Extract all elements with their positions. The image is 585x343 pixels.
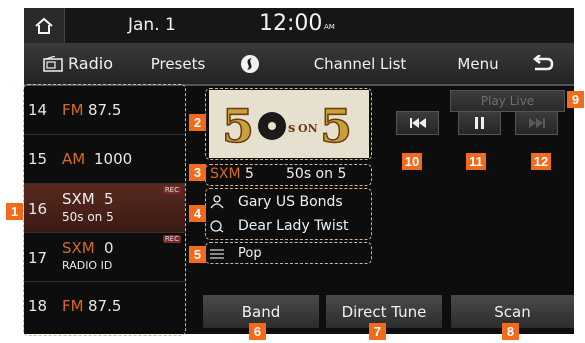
preset-number: 16 [28, 200, 48, 218]
skip-forward-icon [528, 118, 545, 128]
preset-row-15[interactable]: 15 AM 1000 [24, 135, 185, 184]
preset-frequency: 87.5 [88, 297, 122, 315]
svg-text:5: 5 [320, 99, 352, 153]
callout-5: 5 [189, 246, 206, 263]
preset-row-16[interactable]: 16 SXM 5 50s on 5 REC [24, 184, 185, 233]
title-line: Dear Lady Twist [210, 218, 349, 234]
preset-channel-name: RADIO ID [62, 259, 113, 272]
direct-tune-label: Direct Tune [341, 302, 427, 321]
preset-channel-name: 50s on 5 [62, 210, 114, 224]
play-live-label: Play Live [480, 94, 535, 108]
current-channel-name: 50s on 5 [286, 166, 347, 182]
presets-button[interactable]: Presets [132, 43, 226, 84]
radio-tab[interactable]: Radio [24, 43, 134, 84]
menu-button[interactable]: Menu [444, 43, 514, 84]
back-button[interactable] [512, 43, 574, 84]
preset-band: FM [62, 297, 84, 315]
callout-8: 8 [502, 323, 519, 340]
callout-7: 7 [369, 323, 386, 340]
radio-icon [43, 55, 63, 72]
preset-row-14[interactable]: 14 FM 87.5 [24, 86, 185, 135]
50s-on-5-logo: 5 s ON 5 [221, 98, 353, 154]
genre-name: Pop [238, 246, 262, 261]
preset-row-17[interactable]: 17 SXM 0 RADIO ID REC [24, 233, 185, 282]
siriusxm-button[interactable] [224, 43, 278, 84]
pause-button[interactable] [458, 111, 501, 135]
rec-badge: REC [162, 186, 181, 194]
artist-icon [210, 195, 224, 209]
presets-label: Presets [150, 54, 206, 73]
menu-label: Menu [457, 54, 499, 73]
artist-name: Gary US Bonds [238, 194, 343, 210]
radio-tab-label: Radio [68, 54, 113, 73]
channel-list-label: Channel List [313, 54, 407, 73]
current-channel-number: 5 [245, 166, 254, 182]
svg-text:5: 5 [222, 99, 254, 153]
preset-row-18[interactable]: 18 FM 87.5 [24, 282, 185, 330]
rec-badge: REC [162, 235, 181, 243]
home-button[interactable] [24, 8, 65, 43]
clock-ampm: AM [324, 23, 335, 31]
date-text: Jan. 1 [128, 15, 176, 35]
preset-number: 14 [28, 101, 48, 119]
preset-band: SXM [62, 239, 95, 257]
preset-band: SXM [62, 190, 95, 208]
preset-number: 18 [28, 297, 48, 315]
clock-time: 12:00 [259, 11, 323, 36]
callout-3: 3 [189, 164, 206, 181]
current-band: SXM [210, 166, 241, 182]
play-live-button[interactable]: Play Live [450, 90, 565, 112]
song-title-icon [210, 220, 224, 233]
home-icon [35, 17, 53, 34]
callout-1: 1 [6, 203, 23, 220]
callout-12: 12 [531, 153, 551, 170]
genre-line: Pop [210, 246, 262, 261]
preset-band: AM [62, 150, 86, 168]
preset-band: FM [62, 101, 84, 119]
skip-forward-button[interactable] [515, 111, 558, 135]
pause-icon [474, 117, 484, 129]
svg-text:s: s [288, 121, 295, 136]
callout-2: 2 [189, 114, 206, 131]
preset-frequency: 87.5 [88, 101, 122, 119]
nav-bar: Radio Presets Channel List Menu [24, 43, 574, 86]
channel-info: SXM 5 [210, 166, 254, 182]
artist-line: Gary US Bonds [210, 194, 343, 210]
preset-frequency: 0 [104, 239, 114, 257]
skip-back-button[interactable] [396, 111, 439, 135]
status-bar: Jan. 1 12:00 AM [24, 8, 574, 43]
preset-frequency: 1000 [94, 150, 133, 168]
radio-screen: Jan. 1 12:00 AM Radio Presets Channel Li… [24, 8, 574, 334]
preset-number: 17 [28, 249, 48, 267]
callout-6: 6 [249, 323, 266, 340]
genre-icon [210, 248, 224, 259]
song-title: Dear Lady Twist [238, 218, 349, 234]
skip-back-icon [409, 118, 426, 128]
preset-list: 14 FM 87.5 15 AM 1000 16 SXM 5 50s on 5 … [24, 86, 185, 334]
callout-11: 11 [466, 153, 486, 170]
channel-list-button[interactable]: Channel List [276, 43, 446, 84]
back-icon [532, 54, 554, 70]
svg-text:ON: ON [298, 122, 318, 135]
scan-label: Scan [494, 302, 531, 321]
callout-4: 4 [189, 205, 206, 222]
callout-10: 10 [402, 153, 422, 170]
channel-logo: 5 s ON 5 [209, 90, 369, 158]
preset-number: 15 [28, 150, 48, 168]
callout-9: 9 [567, 91, 584, 108]
siriusxm-icon [241, 54, 259, 73]
preset-frequency: 5 [104, 190, 114, 208]
band-label: Band [241, 302, 281, 321]
